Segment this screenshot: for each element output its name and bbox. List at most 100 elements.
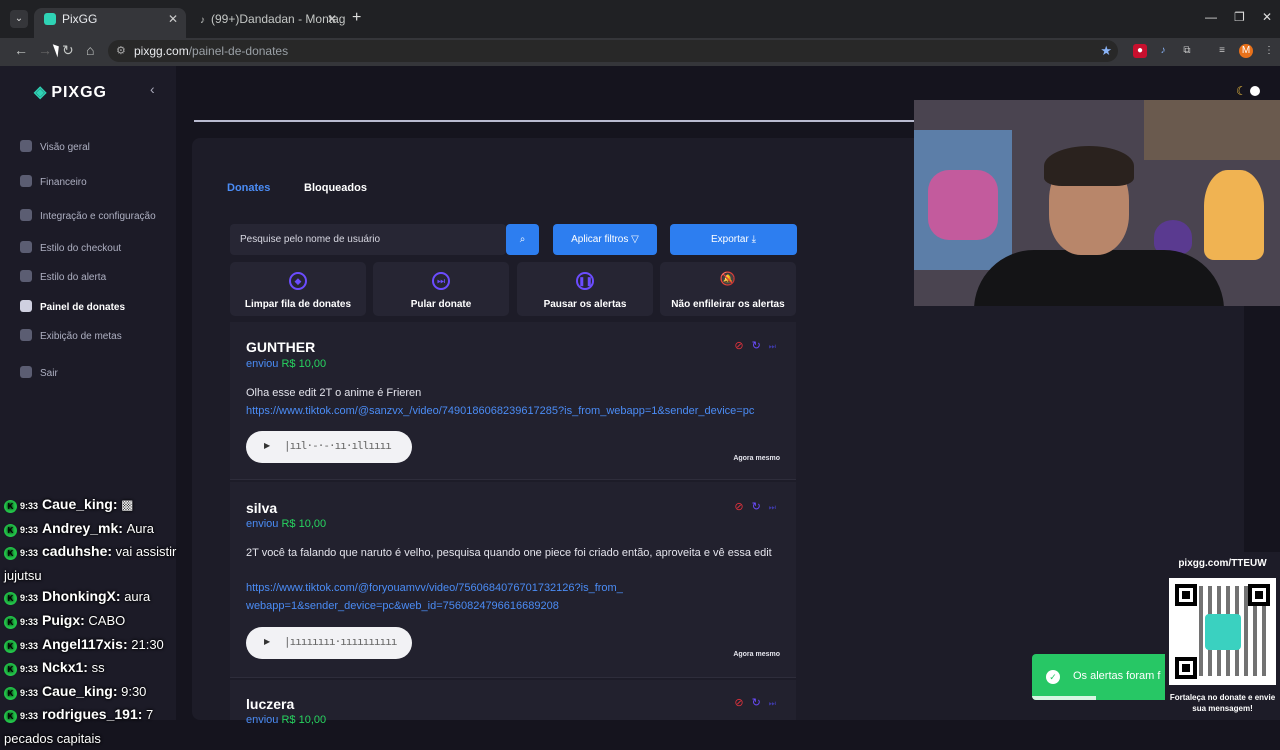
maximize-icon[interactable]: ❐ [1234,10,1245,24]
logo-text: PIXGG [51,84,107,101]
logout-icon [20,366,32,378]
sent-prefix: enviou [246,518,279,530]
search-input[interactable]: Pesquise pelo nome de usuário [230,224,506,255]
minimize-icon[interactable]: — [1205,10,1217,24]
audio-player[interactable]: ▶ |ııl·-·-·ıı·ıllıııı [246,431,412,463]
bookmark-star-icon[interactable]: ★ [1100,40,1112,62]
donor-name: luczera [246,696,295,712]
palette-icon [20,270,32,282]
chat-time: 9:33 [20,687,39,698]
sidebar-item-label: Exibição de metas [40,331,122,342]
apply-filters-button[interactable]: Aplicar filtros ▽ [553,224,657,255]
donation-amount-line: enviou R$ 10,00 [246,358,326,370]
forward-icon[interactable]: → [38,42,52,58]
menu-icon[interactable]: ⋮ [1262,44,1276,58]
pause-icon: ❚❚ [576,272,594,290]
chat-text: ▩ [121,497,134,512]
search-button[interactable]: ⌕ [506,224,539,255]
replay-icon[interactable]: ↻ [752,501,761,513]
skip-icon[interactable]: ⏭ [769,342,776,351]
close-tab-icon[interactable]: ✕ [168,8,178,31]
pause-alerts-button[interactable]: ❚❚ Pausar os alertas [517,262,653,316]
sidebar-item-integracao[interactable]: Integração e configuração [20,209,156,222]
waveform: |ıııııııı·ıııııııııı [284,635,397,648]
chat-user: Puigx: [42,611,85,628]
media-icon[interactable]: ♪ [1156,44,1170,58]
tab-title: PixGG [62,12,98,26]
block-icon[interactable]: ⊘ [734,340,743,352]
donation-actions: ⊘ ↻ ⏭ [726,339,776,352]
donation-time: Agora mesmo [733,651,780,658]
sidebar-item-estilo-alerta[interactable]: Estilo do alerta [20,270,106,283]
profile-avatar[interactable]: M [1239,44,1253,58]
chat-time: 9:33 [20,640,39,651]
kick-badge-icon: K [4,500,17,513]
sidebar-item-painel-donates[interactable]: Painel de donates [20,300,125,313]
check-icon: ✓ [1046,670,1060,684]
audio-player[interactable]: ▶ |ıııııııı·ıııııııııı [246,627,412,659]
search-icon: ⌕ [519,234,526,245]
qr-overlay: pixgg.com/TTEUW Fortaleça no donate e en… [1165,552,1280,720]
extension-icon[interactable]: ● [1133,44,1147,58]
sidebar-item-sair[interactable]: Sair [20,366,58,379]
chat-user: Angel117xis: [42,635,128,652]
close-window-icon[interactable]: ✕ [1262,10,1272,24]
play-icon[interactable]: ▶ [264,441,270,450]
collapse-sidebar-icon[interactable]: ‹ [150,81,155,97]
block-icon[interactable]: ⊘ [734,501,743,513]
home-icon [20,140,32,152]
donation-link[interactable]: https://www.tiktok.com/@sanzvx_/video/74… [246,402,786,420]
stream-chat: K 9:33 Caue_king: ▩ K 9:33 Andrey_mk: Aura K… [0,494,186,750]
home-icon[interactable]: ⌂ [86,42,94,58]
sidebar-item-visao-geral[interactable]: Visão geral [20,140,90,153]
back-icon[interactable]: ← [14,42,28,58]
chat-message: K 9:33 Caue_king: ▩ [0,494,186,518]
chat-message: K 9:33 DhonkingX: aura [0,586,186,610]
qr-finder [1248,584,1270,606]
close-tab-icon[interactable]: ✕ [327,8,337,31]
donation-amount-line: enviou R$ 10,00 [246,714,326,726]
theme-toggle[interactable]: ☾ [1236,84,1260,98]
donation-link[interactable]: https://www.tiktok.com/@foryouamvv/video… [246,579,626,615]
chat-user: Nckx1: [42,659,88,676]
sidebar-item-financeiro[interactable]: Financeiro [20,175,87,188]
export-button[interactable]: Exportar ⤓ [670,224,797,255]
block-icon[interactable]: ⊘ [734,697,743,709]
skip-donate-button[interactable]: ⏭ Pular donate [373,262,509,316]
address-bar[interactable]: ⚙ pixgg.com/painel-de-donates ★ [108,40,1118,62]
sidebar-item-label: Estilo do checkout [40,243,122,254]
skip-icon[interactable]: ⏭ [769,503,776,512]
sidebar-item-estilo-checkout[interactable]: Estilo do checkout [20,241,121,254]
browser-tab-bar: ⌄ PixGG ✕ ♪(99+)Dandadan - Montagem B ✕ … [0,0,1280,38]
sidebar-item-exibicao-metas[interactable]: Exibição de metas [20,329,122,342]
dont-queue-alerts-button[interactable]: 🔕 Não enfileirar os alertas [660,262,796,316]
extensions-puzzle-icon[interactable]: ⧉ [1180,44,1194,58]
webcam-heart-decor [1154,220,1192,254]
kick-badge-icon: K [4,592,17,606]
skip-icon[interactable]: ⏭ [769,699,776,708]
toast-message: Os alertas foram f [1073,670,1161,682]
new-tab-button[interactable]: + [352,9,361,27]
page-loading-line [194,120,914,122]
chat-message: K 9:33 Caue_king: 9:30 [0,681,186,705]
tab-bloqueados[interactable]: Bloqueados [304,182,367,194]
reload-icon[interactable]: ↻ [62,42,74,59]
tab-donates[interactable]: Donates [227,182,270,194]
donates-tabs: Donates Bloqueados [213,170,793,208]
url-host: pixgg.com [134,44,189,58]
play-icon[interactable]: ▶ [264,637,270,646]
chat-user: Andrey_mk: [42,519,123,536]
sidebar-item-label: Visão geral [40,142,90,153]
reading-list-icon[interactable]: ≡ [1215,44,1229,58]
toggle-knob [1249,86,1260,96]
replay-icon[interactable]: ↻ [752,340,761,352]
donation-card: silva ⊘ ↻ ⏭ enviou R$ 10,00 2T você ta fal… [230,482,796,678]
site-info-icon[interactable]: ⚙ [116,40,126,62]
replay-icon[interactable]: ↻ [752,697,761,709]
webcam-lamp [1204,170,1264,260]
browser-tab-tiktok[interactable]: ♪ (99+)Dandadan - Montagem B ✕ [190,8,345,38]
browser-tab-pixgg[interactable]: PixGG ✕ [34,8,186,38]
pixgg-logo[interactable]: ◈ PIXGG [34,82,107,102]
tab-search-button[interactable]: ⌄ [10,10,28,28]
clear-queue-button[interactable]: ◆ Limpar fila de donates [230,262,366,316]
